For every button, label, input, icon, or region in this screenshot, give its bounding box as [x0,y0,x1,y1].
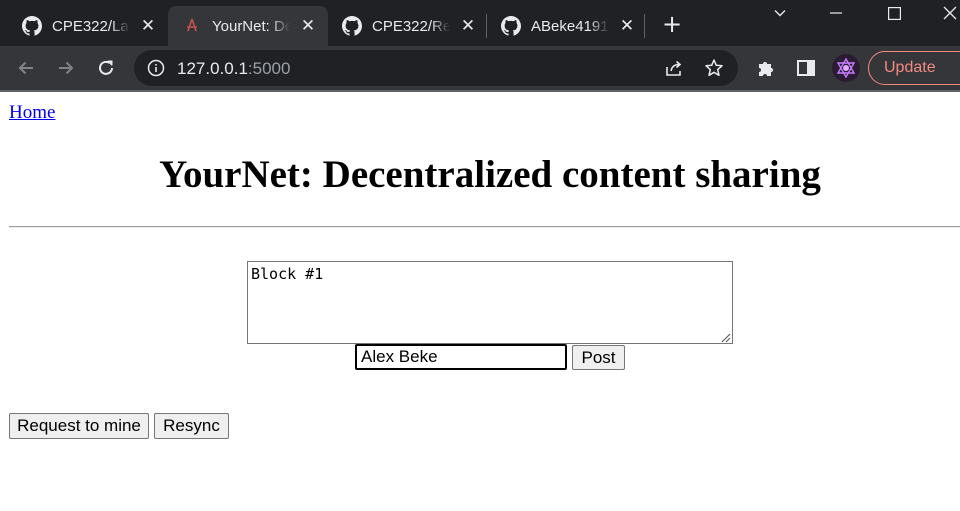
post-content-textarea[interactable]: Block #1 [247,261,733,344]
tab-divider [644,14,645,38]
url-port: :5000 [247,59,291,78]
chrome-divider [0,90,960,92]
close-tab-icon[interactable]: ✕ [617,16,637,36]
github-icon [501,16,521,36]
reload-icon[interactable] [94,56,118,80]
browser-toolbar: 127.0.0.1:5000 Update [0,46,960,90]
home-link[interactable]: Home [9,102,55,124]
address-url: 127.0.0.1:5000 [177,59,290,79]
horizontal-rule [9,226,960,228]
tab-title: CPE322/Res [372,17,450,35]
forward-arrow-icon[interactable] [54,56,78,80]
close-window-icon[interactable] [922,0,960,26]
tab-cpe322-res[interactable]: CPE322/Res ✕ [328,6,486,46]
site-info-icon[interactable] [147,59,165,82]
tab-title: ABeke4191/ [531,17,609,35]
profile-avatar-icon[interactable] [832,54,860,82]
post-button[interactable]: Post [572,345,625,370]
tab-cpe322-lab[interactable]: CPE322/Lab ✕ [8,6,168,46]
resize-grip-icon[interactable] [719,330,731,343]
tab-abeke4191[interactable]: ABeke4191/ ✕ [487,6,643,46]
tab-yournet[interactable]: YourNet: De ✕ [168,6,328,46]
update-button[interactable]: Update [868,51,960,85]
back-arrow-icon[interactable] [14,56,38,80]
close-tab-icon[interactable]: ✕ [298,16,318,36]
minimize-window-icon[interactable] [808,0,864,26]
request-to-mine-button[interactable]: Request to mine [9,413,149,439]
tab-title: CPE322/Lab [52,17,130,35]
close-tab-icon[interactable]: ✕ [138,16,158,36]
address-bar[interactable]: 127.0.0.1:5000 [134,50,738,86]
share-icon[interactable] [664,58,684,83]
maximize-window-icon[interactable] [866,0,922,26]
new-tab-icon[interactable]: + [660,12,684,36]
tab-search-icon[interactable] [752,0,808,26]
page-favicon-icon [182,16,202,36]
page-title: YourNet: Decentralized content sharing [159,153,821,196]
browser-tab-strip: CPE322/Lab ✕ YourNet: De ✕ CPE322/Res ✕ … [0,0,960,46]
side-panel-icon[interactable] [794,56,818,80]
tab-title: YourNet: De [212,17,290,35]
resync-button[interactable]: Resync [154,413,229,439]
extensions-puzzle-icon[interactable] [754,56,778,80]
close-tab-icon[interactable]: ✕ [458,16,478,36]
github-icon [342,16,362,36]
github-icon [22,16,42,36]
url-host: 127.0.0.1 [177,59,248,78]
author-name-input[interactable] [355,344,567,370]
bookmark-star-icon[interactable] [704,58,724,83]
